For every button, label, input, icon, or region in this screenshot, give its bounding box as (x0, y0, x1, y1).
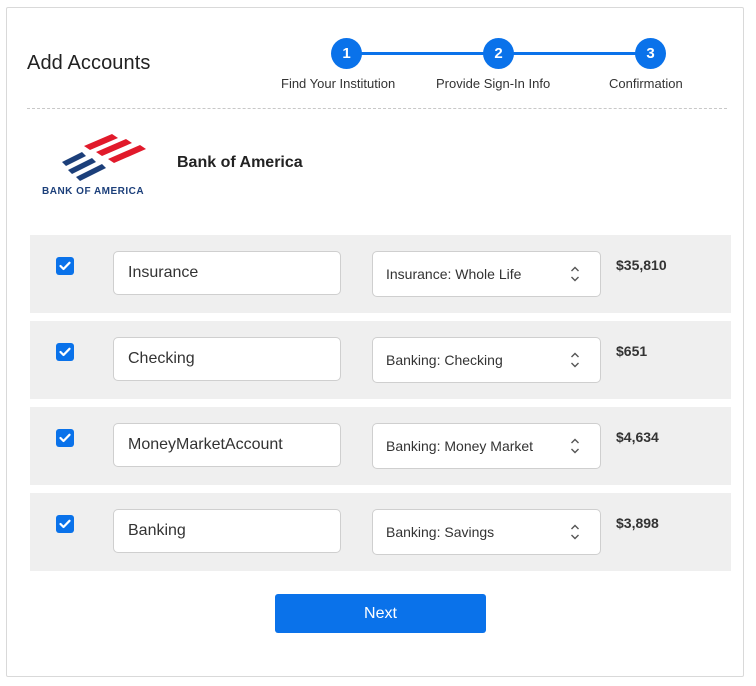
bank-logo-wordmark: BANK OF AMERICA (42, 186, 145, 197)
account-name-input[interactable] (113, 251, 341, 295)
updown-chevron-icon (571, 266, 579, 282)
account-row: Banking: Savings $3,898 (30, 493, 731, 571)
account-type-value: Banking: Money Market (386, 438, 534, 454)
account-type-select[interactable]: Insurance: Whole Life (372, 251, 601, 297)
progress-stepper: 1 2 3 Find Your Institution Provide Sign… (0, 0, 756, 110)
next-button[interactable]: Next (275, 594, 486, 633)
account-type-select[interactable]: Banking: Savings (372, 509, 601, 555)
account-type-value: Banking: Savings (386, 524, 495, 540)
updown-chevron-icon (571, 352, 579, 368)
account-row: Insurance: Whole Life $35,810 (30, 235, 731, 313)
account-type-select[interactable]: Banking: Checking (372, 337, 601, 383)
checkmark-icon (59, 433, 71, 443)
checkmark-icon (59, 519, 71, 529)
account-checkbox[interactable] (56, 257, 74, 275)
account-name-input[interactable] (113, 423, 341, 467)
account-balance: $35,810 (616, 257, 667, 273)
step-3-circle: 3 (635, 38, 666, 69)
bank-name: Bank of America (177, 154, 303, 171)
account-name-input[interactable] (113, 337, 341, 381)
account-type-select[interactable]: Banking: Money Market (372, 423, 601, 469)
checkmark-icon (59, 261, 71, 271)
account-type-value: Banking: Checking (386, 352, 503, 368)
updown-chevron-icon (571, 438, 579, 454)
step-1-circle: 1 (331, 38, 362, 69)
account-row: Banking: Money Market $4,634 (30, 407, 731, 485)
step-3-label: Confirmation (609, 76, 683, 91)
updown-chevron-icon (571, 524, 579, 540)
step-2-label: Provide Sign-In Info (436, 76, 551, 91)
account-checkbox[interactable] (56, 429, 74, 447)
account-balance: $4,634 (616, 429, 659, 445)
step-1-label: Find Your Institution (281, 76, 396, 91)
header-divider (27, 108, 727, 109)
account-type-value: Insurance: Whole Life (386, 266, 522, 282)
account-checkbox[interactable] (56, 515, 74, 533)
step-connector-2-3 (498, 52, 650, 55)
account-name-input[interactable] (113, 509, 341, 553)
step-connector-1-2 (352, 52, 498, 55)
account-checkbox[interactable] (56, 343, 74, 361)
account-balance: $651 (616, 343, 648, 359)
account-balance: $3,898 (616, 515, 659, 531)
step-2-circle: 2 (483, 38, 514, 69)
account-row: Banking: Checking $651 (30, 321, 731, 399)
checkmark-icon (59, 347, 71, 357)
